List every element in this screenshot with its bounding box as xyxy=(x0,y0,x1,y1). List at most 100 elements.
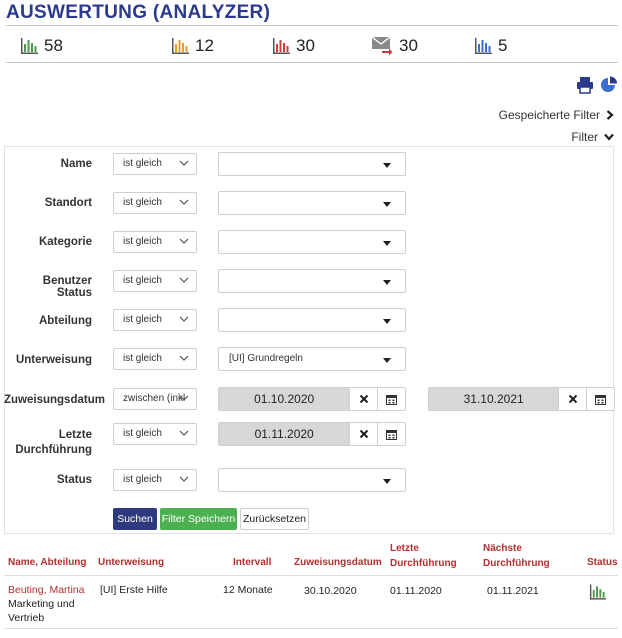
search-button[interactable]: Suchen xyxy=(113,508,157,530)
title-divider xyxy=(6,25,618,26)
filter-label-letzte-durchfuehrung: Letzte Durchführung xyxy=(10,428,92,458)
operator-select-benutzer-status[interactable]: ist gleich xyxy=(113,270,197,292)
cell-zuweisungsdatum: 30.10.2020 xyxy=(304,585,357,597)
calendar-button[interactable] xyxy=(586,388,614,410)
stat-value: 5 xyxy=(498,36,508,55)
clear-date-button[interactable] xyxy=(349,423,378,445)
caret-down-icon xyxy=(383,241,391,246)
col-header-letzte[interactable]: Letzte Durchführung xyxy=(390,542,457,571)
date-to-input[interactable]: 31.10.2021 xyxy=(429,388,559,410)
date-range-to: 31.10.2021 xyxy=(428,387,615,411)
caret-down-icon xyxy=(383,202,391,207)
operator-select-name[interactable]: ist gleich xyxy=(113,153,197,175)
operator-value: ist gleich xyxy=(123,197,162,208)
operator-value: zwischen (inkl xyxy=(123,393,186,404)
value-select-benutzer-status[interactable] xyxy=(218,269,406,293)
caret-down-icon xyxy=(383,280,391,285)
stat-value: 30 xyxy=(399,36,418,55)
stat-overdue[interactable]: 30 xyxy=(272,36,315,56)
cell-letzte: 01.11.2020 xyxy=(390,585,442,597)
filter-label-abteilung: Abteilung xyxy=(38,315,92,327)
operator-select-standort[interactable]: ist gleich xyxy=(113,192,197,214)
select-value: [UI] Grundregeln xyxy=(229,353,303,364)
close-icon xyxy=(359,394,368,404)
date-letzte-input[interactable]: 01.11.2020 xyxy=(219,423,350,445)
cell-name[interactable]: Beuting, Martina xyxy=(8,583,84,597)
filter-toggle[interactable]: Filter xyxy=(571,130,614,144)
save-filter-button[interactable]: Filter Speichern xyxy=(160,508,237,530)
filter-label-benutzer-status: Benutzer Status xyxy=(42,275,92,299)
chevron-down-icon xyxy=(179,430,189,436)
label-line: Letzte xyxy=(58,429,92,441)
filter-label-zuweisungsdatum: Zuweisungsdatum xyxy=(4,394,105,406)
operator-value: ist gleich xyxy=(123,474,162,485)
stat-value: 12 xyxy=(195,36,214,55)
stat-total[interactable]: 58 xyxy=(20,36,63,56)
calendar-button[interactable] xyxy=(377,423,405,445)
value-select-unterweisung[interactable]: [UI] Grundregeln xyxy=(218,347,406,371)
bar-chart-orange-icon xyxy=(172,38,189,54)
calendar-button[interactable] xyxy=(377,388,405,410)
col-header-intervall[interactable]: Intervall xyxy=(233,556,271,570)
operator-select-zuweisungsdatum[interactable]: zwischen (inkl xyxy=(113,388,197,410)
chevron-down-icon xyxy=(179,395,189,401)
operator-value: ist gleich xyxy=(123,428,162,439)
col-header-unterweisung[interactable]: Unterweisung xyxy=(98,556,164,570)
col-header-naechste[interactable]: Nächste Durchführung xyxy=(483,542,550,571)
operator-select-kategorie[interactable]: ist gleich xyxy=(113,231,197,253)
calendar-icon xyxy=(386,394,398,405)
operator-select-abteilung[interactable]: ist gleich xyxy=(113,309,197,331)
col-header-zuweisungsdatum[interactable]: Zuweisungsdatum xyxy=(294,556,382,570)
clear-date-button[interactable] xyxy=(558,388,587,410)
bar-chart-green-icon[interactable] xyxy=(589,584,606,600)
operator-value: ist gleich xyxy=(123,353,162,364)
calendar-icon xyxy=(595,394,607,405)
operator-select-unterweisung[interactable]: ist gleich xyxy=(113,348,197,370)
chevron-down-icon xyxy=(604,133,614,141)
value-select-standort[interactable] xyxy=(218,191,406,215)
value-select-kategorie[interactable] xyxy=(218,230,406,254)
date-letzte: 01.11.2020 xyxy=(218,422,406,446)
filter-label-name: Name xyxy=(60,158,92,170)
operator-value: ist gleich xyxy=(123,158,162,169)
operator-value: ist gleich xyxy=(123,275,162,286)
cell-naechste: 01.11.2021 xyxy=(487,585,539,597)
date-range-from: 01.10.2020 xyxy=(218,387,406,411)
col-header-name[interactable]: Name, Abteilung xyxy=(8,556,87,570)
caret-down-icon xyxy=(383,163,391,168)
saved-filters-link[interactable]: Gespeicherte Filter xyxy=(499,108,614,122)
toolbar-icons xyxy=(576,76,618,94)
print-icon[interactable] xyxy=(576,76,594,94)
cell-abteilung: Marketing und Vertrieb xyxy=(8,597,75,625)
filter-label-kategorie: Kategorie xyxy=(38,236,92,248)
stat-planned[interactable]: 5 xyxy=(474,36,507,56)
cell-intervall: 12 Monate xyxy=(223,584,273,596)
close-icon xyxy=(568,394,577,404)
bar-chart-blue-icon xyxy=(475,38,492,54)
value-select-abteilung[interactable] xyxy=(218,308,406,332)
label-line: Durchführung xyxy=(15,444,92,456)
operator-select-status[interactable]: ist gleich xyxy=(113,469,197,491)
stat-pending[interactable]: 12 xyxy=(171,36,214,56)
reset-button[interactable]: Zurücksetzen xyxy=(240,508,309,530)
pie-chart-icon[interactable] xyxy=(600,76,618,94)
stat-mails[interactable]: 30 xyxy=(371,36,418,56)
col-header-status[interactable]: Status xyxy=(587,556,618,570)
operator-value: ist gleich xyxy=(123,314,162,325)
chevron-down-icon xyxy=(179,277,189,283)
value-select-name[interactable] xyxy=(218,152,406,176)
caret-down-icon xyxy=(383,358,391,363)
cell-line: Marketing und xyxy=(8,598,75,610)
operator-value: ist gleich xyxy=(123,236,162,247)
chevron-down-icon xyxy=(179,160,189,166)
operator-select-letzte[interactable]: ist gleich xyxy=(113,423,197,445)
chevron-down-icon xyxy=(179,238,189,244)
clear-date-button[interactable] xyxy=(349,388,378,410)
caret-down-icon xyxy=(383,319,391,324)
chevron-right-icon xyxy=(606,110,614,120)
date-from-input[interactable]: 01.10.2020 xyxy=(219,388,350,410)
calendar-icon xyxy=(386,429,398,440)
stats-divider xyxy=(6,62,618,63)
value-select-status[interactable] xyxy=(218,468,406,492)
filter-toggle-label: Filter xyxy=(571,130,598,144)
